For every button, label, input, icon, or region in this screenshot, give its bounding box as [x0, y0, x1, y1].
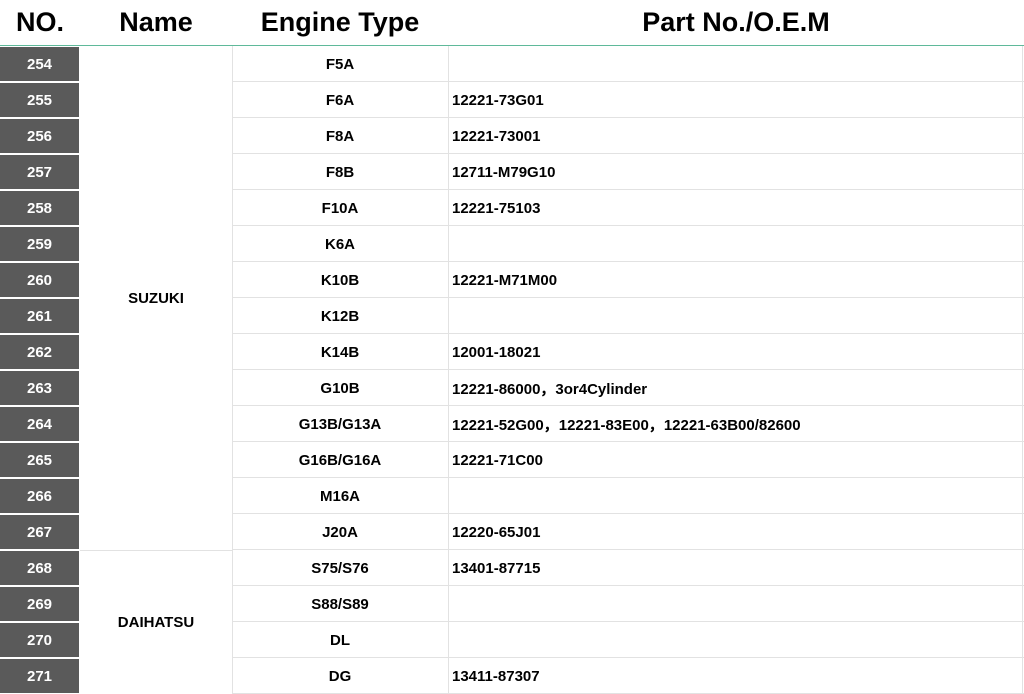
part-number-cell: 12221-71C00: [452, 451, 543, 469]
row-number-cell: 255: [0, 83, 79, 117]
table-header: NO. Name Engine Type Part No./O.E.M: [0, 0, 1024, 46]
part-number-cell: [452, 46, 1022, 82]
part-number-cell: [452, 478, 1022, 514]
engine-type-cell: K12B: [320, 307, 360, 325]
row-number-cell: 265: [0, 443, 79, 477]
part-number-cell: [452, 586, 1022, 622]
part-number-cell: 12221-86000，3or4Cylinder: [452, 380, 648, 398]
engine-type-cell: G10B: [320, 379, 360, 397]
row-number-cell: 254: [0, 47, 79, 81]
row-number-cell: 271: [0, 659, 79, 693]
row-number-cell: 266: [0, 479, 79, 513]
engine-type-cell: S75/S76: [311, 559, 369, 577]
part-number-cell: 12711-M79G10: [452, 163, 556, 181]
row-number-cell: 269: [0, 587, 79, 621]
engine-type-cell: S88/S89: [311, 595, 369, 613]
part-number-cell: 12221-M71M00: [452, 271, 558, 289]
engine-type-cell: G13B/G13A: [298, 415, 382, 433]
part-number-cell: 12221-75103: [452, 199, 541, 217]
row-number-cell: 264: [0, 407, 79, 441]
brand-name-cell: SUZUKI: [128, 289, 184, 307]
column-header-engine-type: Engine Type: [260, 7, 420, 37]
part-number-cell: [452, 226, 1022, 262]
brand-name-cell: DAIHATSU: [117, 613, 195, 631]
column-header-part-no: Part No./O.E.M: [642, 7, 830, 37]
part-number-cell: 12220-65J01: [452, 523, 541, 541]
part-number-cell: 12221-73G01: [452, 91, 544, 109]
row-number-cell: 259: [0, 227, 79, 261]
engine-type-cell: F10A: [321, 199, 359, 217]
engine-type-cell: G16B/G16A: [298, 451, 382, 469]
row-number-cell: 263: [0, 371, 79, 405]
engine-type-cell: F8B: [325, 163, 355, 181]
row-number-cell: 260: [0, 263, 79, 297]
part-number-cell: 12001-18021: [452, 343, 541, 361]
column-header-no: NO.: [15, 7, 64, 37]
engine-type-cell: K6A: [324, 235, 355, 253]
column-header-name: Name: [119, 7, 193, 37]
engine-type-cell: F5A: [325, 55, 355, 73]
part-number-cell: 12221-73001: [452, 127, 541, 145]
engine-type-cell: K14B: [320, 343, 360, 361]
row-number-cell: 256: [0, 119, 79, 153]
part-number-cell: 13401-87715: [452, 559, 541, 577]
group-divider: [80, 550, 232, 551]
row-number-cell: 262: [0, 335, 79, 369]
row-number-cell: 270: [0, 623, 79, 657]
row-number-cell: 267: [0, 515, 79, 549]
row-number-cell: 258: [0, 191, 79, 225]
engine-type-cell: K10B: [320, 271, 360, 289]
part-number-cell: 13411-87307: [452, 667, 540, 685]
engine-type-cell: M16A: [319, 487, 360, 505]
part-number-cell: [452, 622, 1022, 658]
row-number-cell: 257: [0, 155, 79, 189]
row-number-cell: 268: [0, 551, 79, 585]
engine-type-cell: J20A: [322, 523, 358, 541]
engine-type-cell: DL: [330, 631, 350, 649]
row-number-cell: 261: [0, 299, 79, 333]
part-number-cell: [452, 298, 1022, 334]
engine-type-cell: DG: [328, 667, 352, 685]
part-number-cell: 12221-52G00，12221-83E00，12221-63B00/8260…: [452, 416, 801, 434]
engine-type-cell: F8A: [325, 127, 355, 145]
engine-type-cell: F6A: [325, 91, 355, 109]
